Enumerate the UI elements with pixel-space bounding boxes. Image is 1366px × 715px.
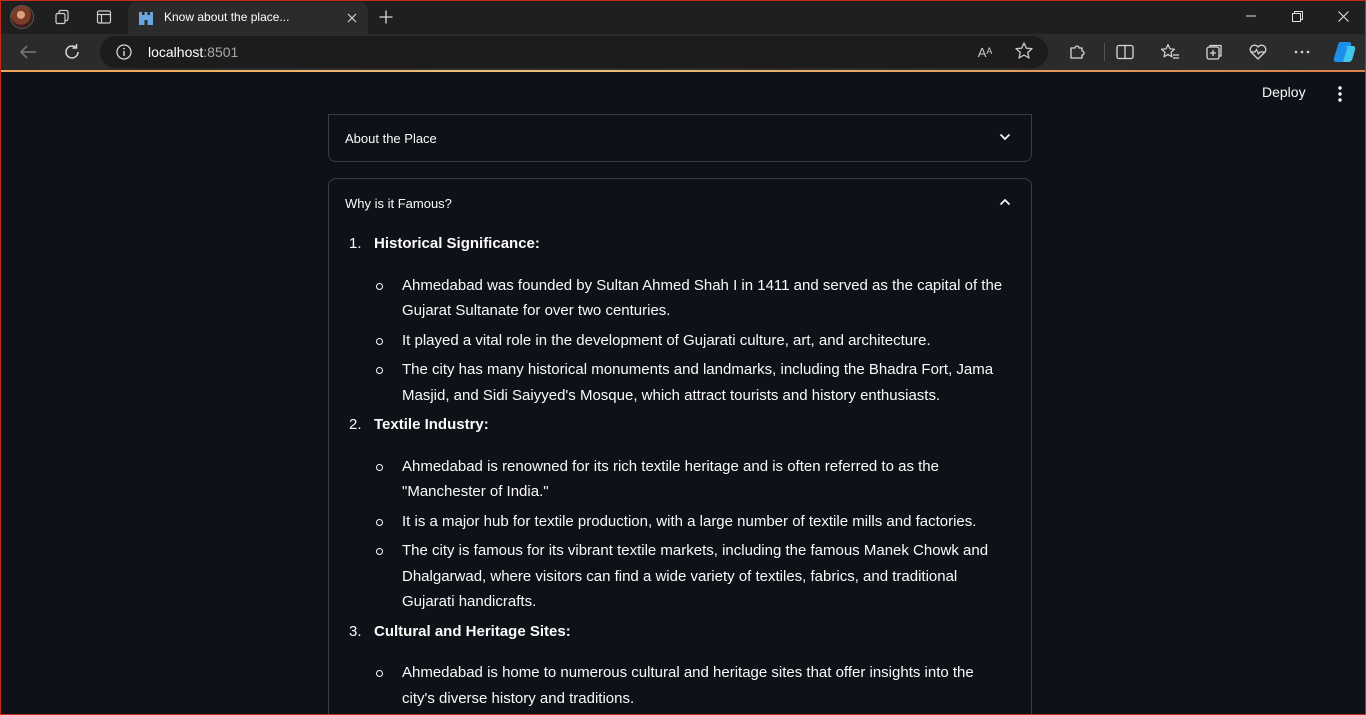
split-screen-button[interactable] xyxy=(1109,36,1141,68)
circle-bullet-icon xyxy=(376,670,383,677)
section-number: 1. xyxy=(349,235,362,252)
browser-tab-strip: Know about the place... xyxy=(0,0,1366,34)
bullet-list: Ahmedabad is home to numerous cultural a… xyxy=(374,660,1005,711)
profile-avatar xyxy=(10,5,34,29)
expander-content: 1. Historical Significance: Ahmedabad wa… xyxy=(345,231,1005,715)
circle-bullet-icon xyxy=(376,518,383,526)
extensions-button[interactable] xyxy=(1061,36,1093,68)
circle-bullet-icon xyxy=(376,463,383,471)
kebab-menu-icon xyxy=(1338,86,1342,102)
deploy-button[interactable]: Deploy xyxy=(1262,84,1306,100)
circle-bullet-icon xyxy=(376,548,383,555)
bullet-list: Ahmedabad was founded by Sultan Ahmed Sh… xyxy=(374,273,1005,409)
url-text[interactable]: localhost:8501 xyxy=(148,44,238,60)
list-item-text: The city has many historical monuments a… xyxy=(402,361,994,404)
list-item-text: It is a major hub for textile production… xyxy=(402,512,977,530)
restore-button[interactable] xyxy=(1274,0,1320,32)
tab-close-button[interactable] xyxy=(342,8,362,28)
browser-toolbar: localhost:8501 Aᴬ xyxy=(0,34,1366,70)
workspaces-button[interactable] xyxy=(48,4,76,30)
list-item: It played a vital role in the developmen… xyxy=(374,328,1005,354)
close-icon xyxy=(347,13,357,23)
section-heading: Cultural and Heritage Sites: xyxy=(374,622,571,640)
toolbar-separator xyxy=(1104,43,1105,61)
famous-section: 1. Historical Significance: Ahmedabad wa… xyxy=(345,231,1005,408)
favorite-star-icon[interactable] xyxy=(1014,41,1034,61)
collections-button[interactable] xyxy=(1198,36,1230,68)
bullet-list: Ahmedabad is renowned for its rich texti… xyxy=(374,454,1005,615)
collapse-toggle[interactable] xyxy=(995,192,1015,212)
close-window-icon xyxy=(1337,10,1349,22)
section-number: 2. xyxy=(349,416,362,433)
circle-bullet-icon xyxy=(376,282,383,290)
list-item: The city is famous for its vibrant texti… xyxy=(374,538,1005,615)
copilot-button[interactable] xyxy=(1328,36,1360,68)
circle-bullet-icon xyxy=(376,367,383,374)
expander-title[interactable]: Why is it Famous? xyxy=(345,196,452,211)
circle-bullet-icon xyxy=(376,337,383,345)
plus-icon xyxy=(379,10,393,24)
copilot-icon xyxy=(1333,42,1356,62)
minimize-icon xyxy=(1246,15,1256,17)
profile-button[interactable] xyxy=(8,4,36,30)
list-item-text: Ahmedabad is renowned for its rich texti… xyxy=(402,457,939,501)
tab-title: Know about the place... xyxy=(164,10,290,24)
chevron-down-icon xyxy=(999,133,1011,141)
close-window-button[interactable] xyxy=(1320,0,1366,32)
tab-favicon-icon xyxy=(139,12,153,25)
list-item: The city has many historical monuments a… xyxy=(374,357,1005,408)
refresh-button[interactable] xyxy=(56,36,88,68)
why-famous-expander[interactable]: Why is it Famous? 1. Historical Signific… xyxy=(328,178,1032,715)
famous-section: 3. Cultural and Heritage Sites: Ahmedaba… xyxy=(345,619,1005,712)
app-header: Deploy xyxy=(0,72,1366,116)
back-button[interactable] xyxy=(12,36,44,68)
workspaces-icon xyxy=(55,9,69,25)
restore-icon xyxy=(1291,10,1303,22)
section-heading: Textile Industry: xyxy=(374,416,489,433)
section-number: 3. xyxy=(349,622,362,640)
list-item-text: It played a vital role in the developmen… xyxy=(402,331,931,349)
browser-essentials-button[interactable] xyxy=(1242,36,1274,68)
refresh-icon xyxy=(65,44,79,59)
new-tab-button[interactable] xyxy=(372,4,400,30)
site-info-icon[interactable] xyxy=(116,44,132,60)
active-tab[interactable]: Know about the place... xyxy=(128,2,368,34)
main-menu-button[interactable] xyxy=(1330,84,1350,104)
heart-pulse-icon xyxy=(1249,44,1267,60)
read-aloud-button[interactable]: Aᴬ xyxy=(974,42,996,62)
list-item: Ahmedabad is renowned for its rich texti… xyxy=(374,454,1005,505)
favorites-icon xyxy=(1160,43,1179,59)
tab-actions-icon xyxy=(96,10,112,24)
split-screen-icon xyxy=(1116,44,1134,60)
more-horizontal-icon xyxy=(1294,50,1310,54)
section-heading: Historical Significance: xyxy=(374,235,540,252)
puzzle-icon xyxy=(1070,45,1085,59)
about-place-expander[interactable]: About the Place xyxy=(328,114,1032,162)
address-bar[interactable]: localhost:8501 Aᴬ xyxy=(100,36,1048,68)
expander-title[interactable]: About the Place xyxy=(345,131,437,146)
back-arrow-icon xyxy=(19,45,36,59)
list-item-text: Ahmedabad was founded by Sultan Ahmed Sh… xyxy=(402,276,1003,320)
url-port: :8501 xyxy=(203,44,239,60)
list-item-text: Ahmedabad is home to numerous cultural a… xyxy=(402,664,974,707)
list-item: Ahmedabad was founded by Sultan Ahmed Sh… xyxy=(374,273,1005,324)
favorites-button[interactable] xyxy=(1154,36,1186,68)
settings-more-button[interactable] xyxy=(1286,36,1318,68)
collections-icon xyxy=(1206,44,1222,60)
list-item: Ahmedabad is home to numerous cultural a… xyxy=(374,660,1005,711)
list-item: It is a major hub for textile production… xyxy=(374,509,1005,535)
chevron-up-icon xyxy=(999,198,1011,206)
list-item-text: The city is famous for its vibrant texti… xyxy=(402,542,989,610)
famous-section: 2. Textile Industry: Ahmedabad is renown… xyxy=(345,412,1005,615)
minimize-button[interactable] xyxy=(1228,0,1274,32)
vertical-tabs-button[interactable] xyxy=(90,4,118,30)
url-host: localhost xyxy=(148,44,204,60)
expand-toggle[interactable] xyxy=(995,127,1015,147)
